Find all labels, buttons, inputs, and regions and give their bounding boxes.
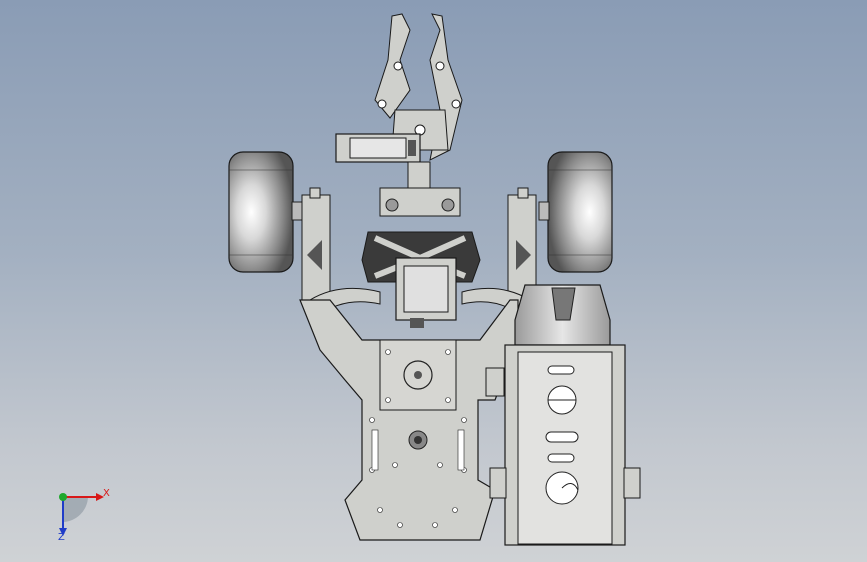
z-axis-label: Z	[58, 532, 65, 543]
neck-column	[379, 161, 461, 217]
left-wheel	[228, 151, 303, 273]
chassis-plate	[299, 299, 519, 541]
x-axis-label: X	[103, 488, 110, 499]
y-axis-icon	[59, 493, 67, 501]
3d-viewport[interactable]: X Z	[0, 0, 867, 562]
right-side-bracket	[507, 187, 537, 301]
main-servo	[395, 257, 457, 328]
robot-model-view[interactable]	[0, 0, 867, 562]
coordinate-triad	[59, 493, 104, 536]
right-wheel	[538, 151, 613, 273]
gripper-servo	[335, 133, 421, 163]
left-side-bracket	[301, 187, 331, 301]
